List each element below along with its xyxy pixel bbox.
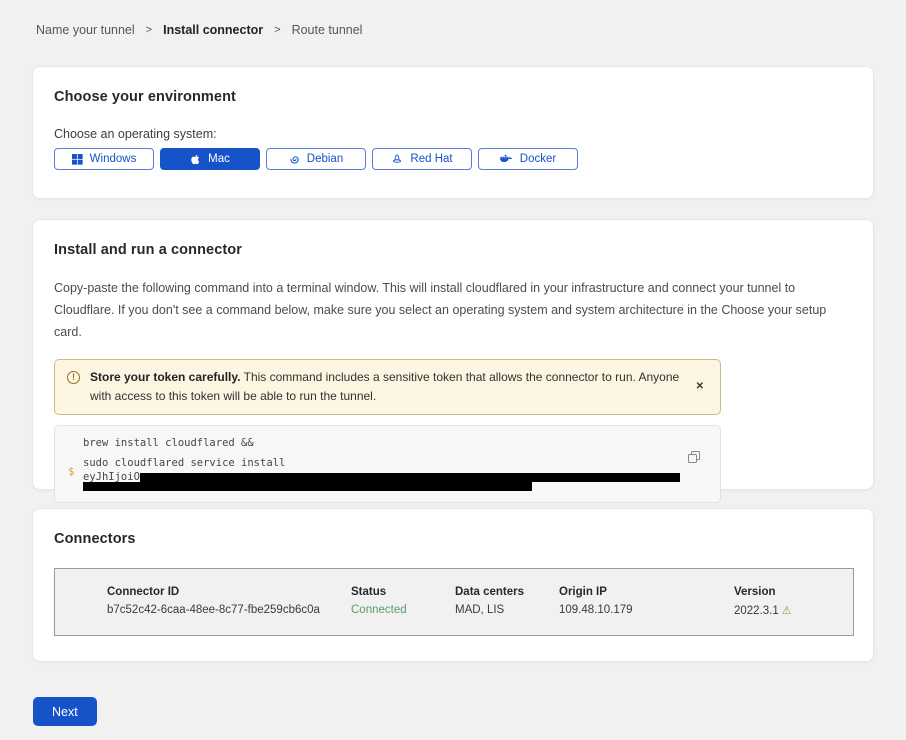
breadcrumb-separator: >	[274, 24, 280, 36]
os-option-label: Red Hat	[410, 153, 452, 165]
install-connector-card: Install and run a connector Copy-paste t…	[32, 219, 874, 490]
os-option-mac[interactable]: Mac	[160, 148, 260, 170]
column-header-data-centers: Data centers	[455, 586, 559, 598]
os-button-group: Windows Mac Debian Red Hat Docker	[54, 148, 852, 170]
column-header-origin-ip: Origin IP	[559, 586, 734, 598]
redacted-token-bar	[140, 473, 680, 482]
apple-icon	[190, 153, 201, 166]
column-header-status: Status	[351, 586, 455, 598]
breadcrumb-separator: >	[146, 24, 152, 36]
os-option-docker[interactable]: Docker	[478, 148, 578, 170]
connectors-table: Connector ID Status Data centers Origin …	[54, 568, 854, 636]
os-option-label: Docker	[520, 153, 556, 165]
cell-origin-ip: 109.48.10.179	[559, 604, 734, 617]
os-option-redhat[interactable]: Red Hat	[372, 148, 472, 170]
os-option-label: Mac	[208, 153, 230, 165]
column-header-version: Version	[734, 586, 853, 598]
shell-prompt: $	[68, 466, 74, 478]
cell-data-centers: MAD, LIS	[455, 604, 559, 617]
next-button[interactable]: Next	[33, 697, 97, 726]
choose-environment-card: Choose your environment Choose an operat…	[32, 66, 874, 199]
debian-icon	[289, 154, 300, 165]
os-option-label: Windows	[90, 153, 137, 165]
code-line-service-install: sudo cloudflared service install	[83, 456, 704, 471]
redacted-token-bar	[83, 482, 532, 491]
token-warning-banner: ! Store your token carefully. This comma…	[54, 359, 721, 415]
docker-icon	[500, 154, 513, 164]
column-header-connector-id: Connector ID	[107, 586, 351, 598]
token-warning-title: Store your token carefully.	[90, 370, 241, 384]
windows-icon	[72, 154, 83, 165]
token-line: eyJhIjoiO	[83, 472, 704, 482]
os-option-windows[interactable]: Windows	[54, 148, 154, 170]
install-description: Copy-paste the following command into a …	[54, 278, 850, 344]
environment-card-title: Choose your environment	[54, 89, 852, 105]
redhat-icon	[391, 153, 403, 165]
os-select-label: Choose an operating system:	[54, 127, 852, 141]
close-icon[interactable]: ✕	[694, 381, 706, 392]
breadcrumb-name-your-tunnel[interactable]: Name your tunnel	[36, 23, 135, 37]
cell-version: 2022.3.1⚠	[734, 604, 853, 617]
connectors-card: Connectors Connector ID Status Data cent…	[32, 508, 874, 662]
cell-status: Connected	[351, 604, 455, 617]
version-warning-icon: ⚠	[782, 605, 792, 617]
os-option-debian[interactable]: Debian	[266, 148, 366, 170]
cell-connector-id: b7c52c42-6caa-48ee-8c77-fbe259cb6c0a	[107, 604, 351, 617]
copy-icon[interactable]	[688, 451, 700, 467]
token-prefix: eyJhIjoiO	[83, 471, 140, 483]
breadcrumb-route-tunnel[interactable]: Route tunnel	[292, 23, 363, 37]
os-option-label: Debian	[307, 153, 343, 165]
install-command-codeblock[interactable]: brew install cloudflared && $ sudo cloud…	[54, 425, 721, 503]
install-card-title: Install and run a connector	[54, 242, 852, 258]
alert-circle-icon: !	[67, 371, 80, 384]
breadcrumb-install-connector[interactable]: Install connector	[163, 23, 263, 37]
code-line-brew: brew install cloudflared &&	[83, 436, 704, 451]
connectors-card-title: Connectors	[54, 531, 852, 547]
breadcrumb: Name your tunnel > Install connector > R…	[36, 23, 362, 37]
token-warning-text: Store your token carefully. This command…	[90, 368, 684, 406]
